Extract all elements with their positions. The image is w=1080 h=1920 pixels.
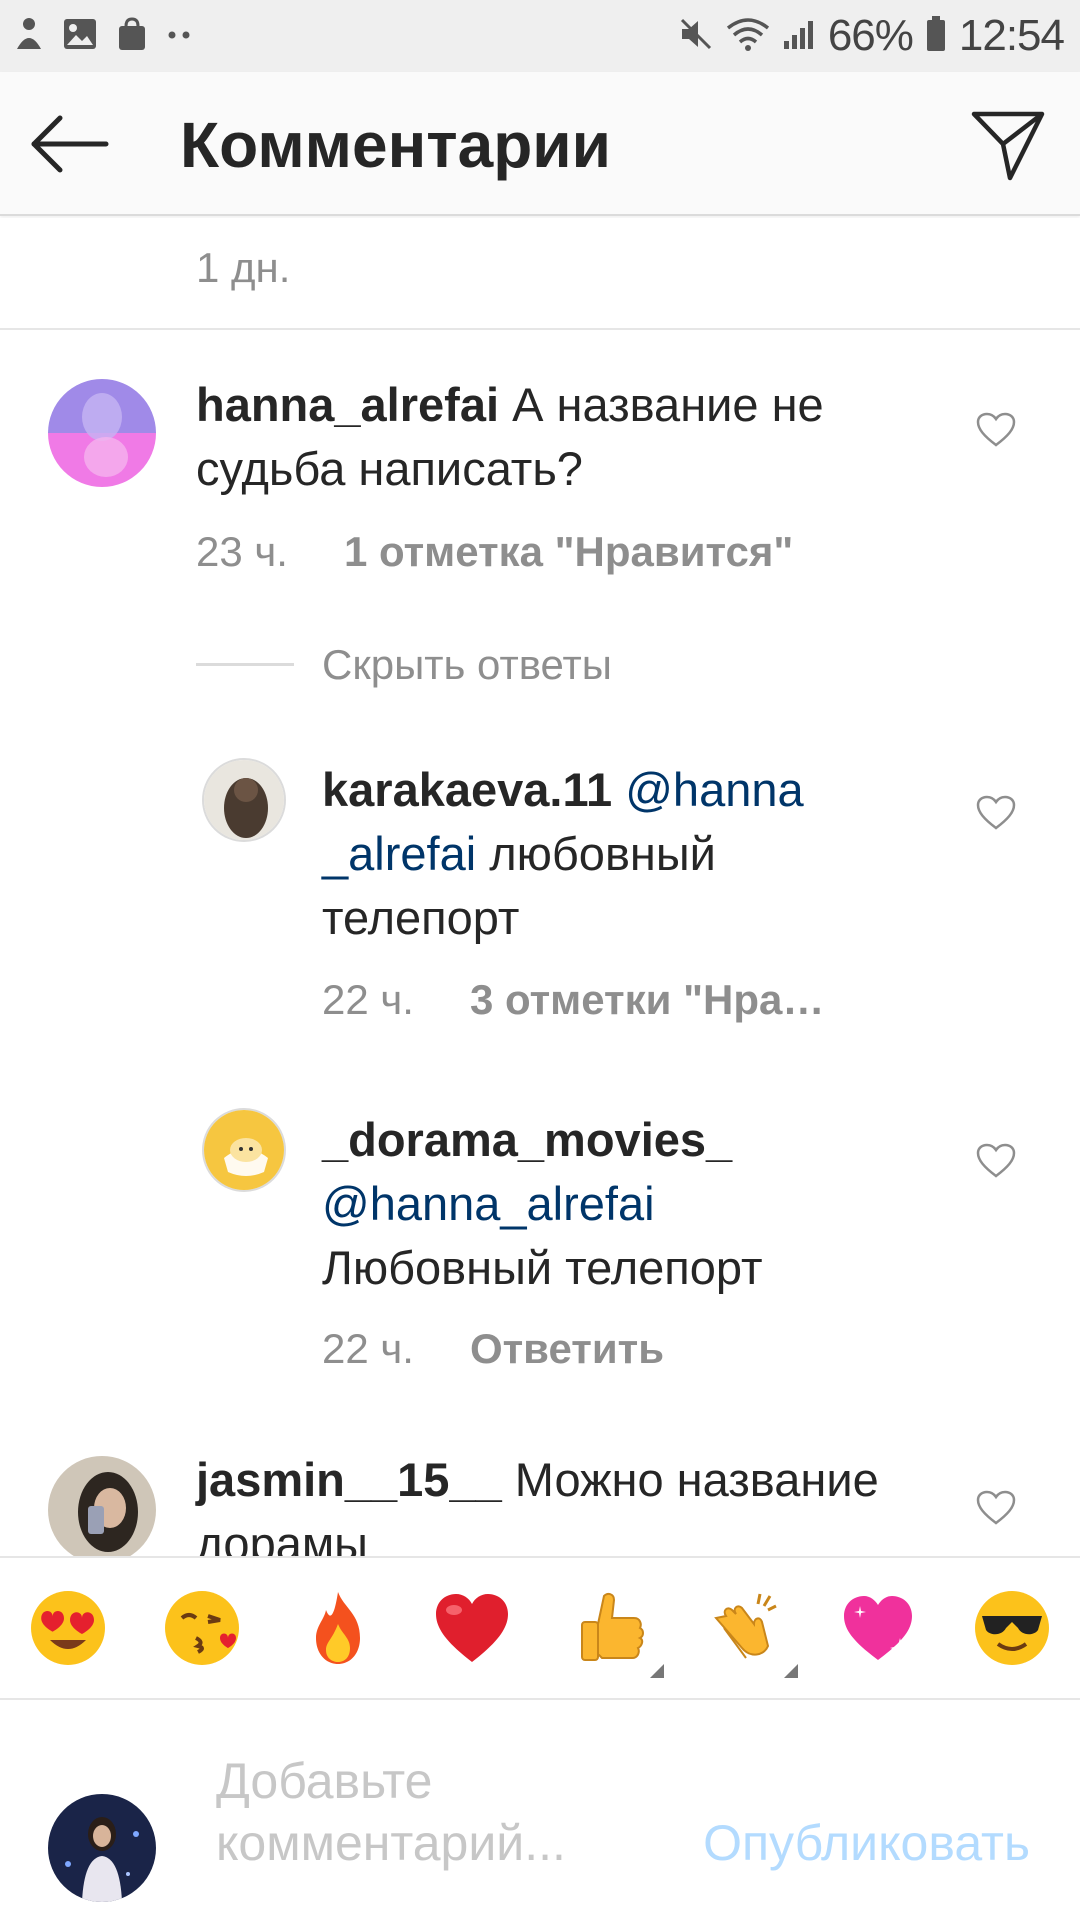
comment-text: _dorama_movies_ @hanna_alrefai Любовный … <box>322 1108 922 1300</box>
comment-username[interactable]: karakaeva.11 <box>322 763 612 816</box>
previous-comment-time: 1 дн. <box>196 244 291 291</box>
comment-meta: 23 ч. 1 отметка "Нравится" <box>196 528 793 576</box>
like-button[interactable] <box>976 795 1016 831</box>
comment-time: 22 ч. <box>322 976 414 1023</box>
signal-icon <box>782 17 816 56</box>
heart-icon <box>976 1490 1016 1525</box>
comment-text: jasmin__15__ Можно название дорамы <box>196 1448 916 1556</box>
paper-plane-icon <box>971 111 1045 181</box>
hide-replies-button[interactable]: Скрыть ответы <box>322 641 612 689</box>
clock: 12:54 <box>958 11 1065 60</box>
back-button[interactable] <box>30 112 110 176</box>
app-bar: Комментарии <box>0 72 1080 216</box>
battery-icon <box>925 15 947 58</box>
heart-icon <box>976 795 1016 830</box>
emoji-fire[interactable]: 🔥 <box>298 1588 378 1668</box>
mute-icon <box>678 16 714 57</box>
status-bar-right: 66% 12:54 <box>678 10 1065 62</box>
app-notification-icon <box>14 15 44 58</box>
emoji-clapping-hands[interactable]: 👏 <box>702 1588 798 1678</box>
reply-button[interactable]: Ответить <box>470 1325 664 1372</box>
arrow-left-icon <box>31 115 109 173</box>
emoji-sparkling-heart[interactable]: 💖 <box>838 1588 918 1668</box>
emoji-heart-eyes[interactable]: 😍 <box>28 1588 108 1668</box>
comment-meta: 22 ч. 3 отметки "Нра… <box>322 976 824 1024</box>
comment-mention[interactable]: @hanna_alrefai <box>322 1177 655 1230</box>
emoji-thumbs-up[interactable]: 👍 <box>568 1588 664 1678</box>
comment-username[interactable]: _dorama_movies_ <box>322 1113 732 1166</box>
status-bar: 66% 12:54 <box>0 0 1080 72</box>
image-icon <box>62 17 98 56</box>
post-button[interactable]: Опубликовать <box>703 1814 1030 1872</box>
status-bar-left <box>14 14 196 58</box>
emoji-red-heart[interactable]: ❤️ <box>432 1588 512 1668</box>
shopping-bag-icon <box>116 16 148 57</box>
comment-username[interactable]: hanna_alrefai <box>196 378 499 431</box>
like-button[interactable] <box>976 1143 1016 1179</box>
more-dots-icon <box>166 27 196 45</box>
comment-time: 23 ч. <box>196 528 288 575</box>
comment-likes-link[interactable]: 1 отметка "Нравится" <box>344 528 793 575</box>
comment-body: Любовный телепорт <box>322 1241 763 1294</box>
current-user-avatar <box>48 1794 156 1902</box>
comments-list[interactable]: 1 дн. hanna_alrefai А название не судьба… <box>0 218 1080 1556</box>
battery-percent: 66% <box>827 11 914 60</box>
comment-input-bar: Добавьте комментарий... Опубликовать <box>0 1700 1080 1920</box>
comment-likes-link[interactable]: 3 отметки "Нра… <box>470 976 824 1023</box>
avatar[interactable] <box>202 1108 286 1192</box>
page-title: Комментарии <box>180 109 611 181</box>
comment-text: karakaeva.11 @hanna _alrefai любовный те… <box>322 758 902 950</box>
emoji-quick-bar: 😍 😘 🔥 ❤️ 👍 👏 💖 😎 <box>0 1556 1080 1700</box>
avatar[interactable] <box>202 758 286 842</box>
emoji-sunglasses[interactable]: 😎 <box>972 1588 1052 1668</box>
divider <box>0 328 1080 330</box>
share-button[interactable] <box>970 108 1046 184</box>
comment-meta: 22 ч. Ответить <box>322 1325 664 1373</box>
avatar[interactable] <box>48 1456 156 1556</box>
emoji-kiss[interactable]: 😘 <box>162 1588 242 1668</box>
comment-time: 22 ч. <box>322 1325 414 1372</box>
comment-username[interactable]: jasmin__15__ <box>196 1453 502 1506</box>
replies-divider-line <box>196 663 294 666</box>
wifi-icon <box>726 16 770 57</box>
like-button[interactable] <box>976 1490 1016 1526</box>
heart-icon <box>976 412 1016 447</box>
heart-icon <box>976 1143 1016 1178</box>
avatar[interactable] <box>48 379 156 487</box>
skin-tone-indicator <box>784 1664 798 1678</box>
skin-tone-indicator <box>650 1664 664 1678</box>
comment-text: hanna_alrefai А название не судьба напис… <box>196 373 916 501</box>
comment-input[interactable]: Добавьте комментарий... <box>216 1750 636 1874</box>
like-button[interactable] <box>976 412 1016 448</box>
